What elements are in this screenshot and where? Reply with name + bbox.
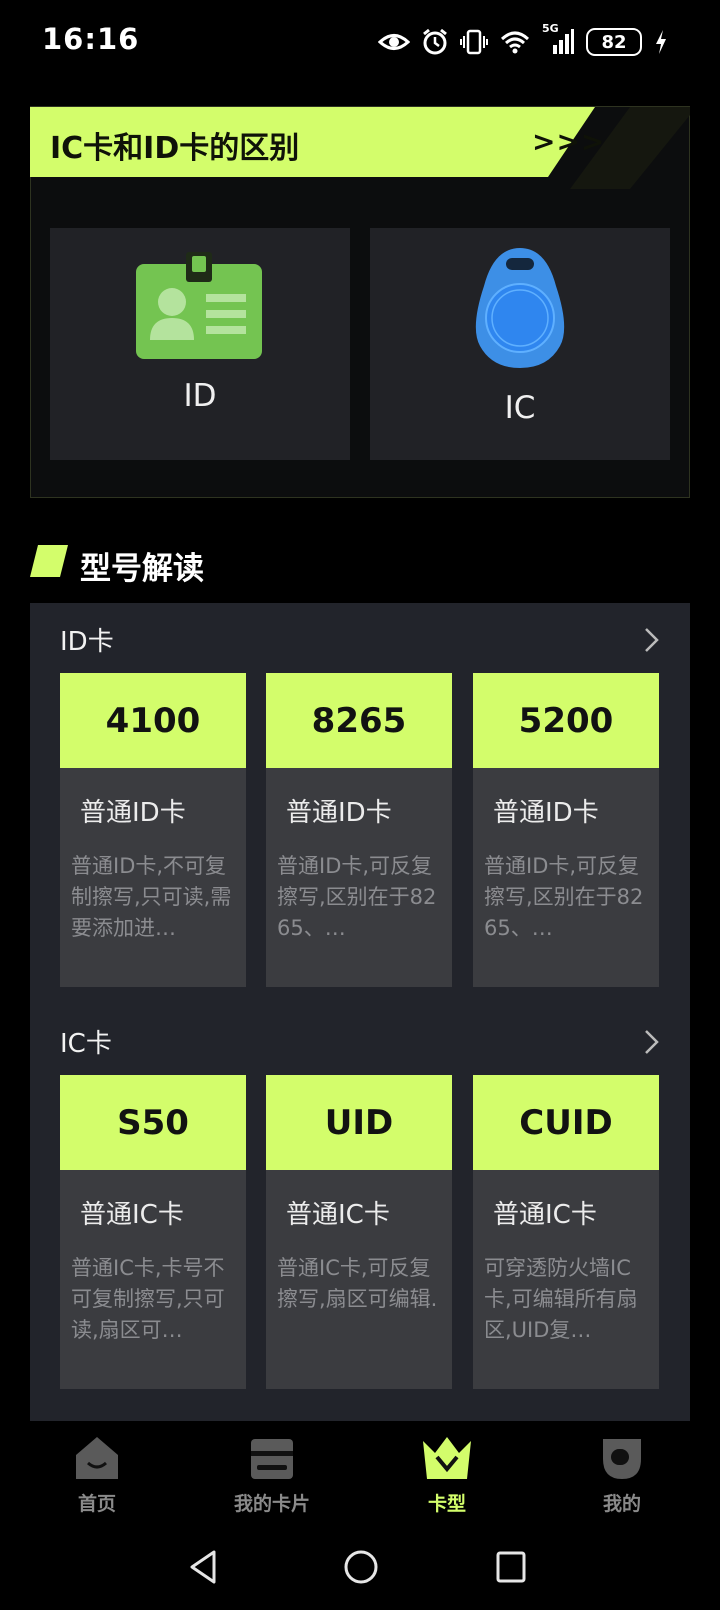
status-icons: 5G 82 — [378, 22, 668, 60]
charging-icon — [656, 30, 666, 54]
status-time: 16:16 — [42, 22, 140, 56]
wallet-icon — [251, 1439, 293, 1479]
back-icon[interactable] — [188, 1549, 218, 1585]
id-badge-icon — [136, 252, 262, 359]
nav-label-my-cards: 我的卡片 — [233, 1493, 310, 1515]
ic-tile-label: IC — [504, 390, 536, 426]
model-card-8265[interactable]: 8265 普通ID卡 普通ID卡,可反复擦写,区别在于8265、… — [266, 673, 452, 987]
model-card-uid[interactable]: UID 普通IC卡 普通IC卡,可反复擦写,扇区可编辑. — [266, 1075, 452, 1389]
bottom-nav: 首页 我的卡片 卡型 我的 — [0, 1421, 720, 1521]
group-title-id: ID卡 — [60, 627, 114, 657]
system-nav-bar — [0, 1521, 720, 1610]
difference-banner[interactable]: IC卡和ID卡的区别 >>> — [30, 107, 690, 189]
card-description: 可穿透防火墙IC卡,可编辑所有扇区,UID复… — [484, 1256, 638, 1342]
banner-title: IC卡和ID卡的区别 — [50, 131, 300, 166]
nav-my-cards[interactable]: 我的卡片 — [202, 1421, 342, 1521]
nav-label-profile: 我的 — [602, 1493, 641, 1515]
crown-icon — [423, 1437, 471, 1479]
signal-icon: 5G — [542, 22, 574, 56]
group-header-id[interactable]: ID卡 — [60, 621, 660, 661]
nav-profile[interactable]: 我的 — [552, 1421, 692, 1521]
id-tile-label: ID — [183, 378, 217, 414]
nav-card-types[interactable]: 卡型 — [377, 1421, 517, 1521]
card-model: 8265 — [266, 673, 452, 768]
status-bar: 16:16 5G 82 — [0, 0, 720, 84]
card-description: 普通IC卡,卡号不可复制擦写,只可读,扇区可… — [71, 1256, 225, 1342]
card-name: 普通IC卡 — [80, 1200, 184, 1230]
profile-icon — [603, 1439, 641, 1479]
card-model: CUID — [473, 1075, 659, 1170]
group-header-ic[interactable]: IC卡 — [60, 1023, 660, 1063]
card-description: 普通ID卡,不可复制擦写,只可读,需要添加进… — [71, 854, 232, 940]
model-card-s50[interactable]: S50 普通IC卡 普通IC卡,卡号不可复制擦写,只可读,扇区可… — [60, 1075, 246, 1389]
model-card-cuid[interactable]: CUID 普通IC卡 可穿透防火墙IC卡,可编辑所有扇区,UID复… — [473, 1075, 659, 1389]
card-model: S50 — [60, 1075, 246, 1170]
card-description: 普通ID卡,可反复擦写,区别在于8265、… — [277, 854, 437, 940]
wifi-icon — [500, 31, 530, 54]
key-fob-icon — [475, 248, 565, 368]
banner-arrows: >>> — [532, 125, 606, 158]
card-model: 4100 — [60, 673, 246, 768]
card-name: 普通ID卡 — [286, 798, 392, 828]
id-card-tile[interactable]: ID — [50, 228, 350, 460]
battery-icon: 82 — [586, 28, 642, 56]
home-circle-icon[interactable] — [343, 1549, 379, 1585]
section-marker-icon — [30, 545, 68, 577]
card-name: 普通IC卡 — [493, 1200, 597, 1230]
model-card-5200[interactable]: 5200 普通ID卡 普通ID卡,可反复擦写,区别在于8265、… — [473, 673, 659, 987]
model-card-4100[interactable]: 4100 普通ID卡 普通ID卡,不可复制擦写,只可读,需要添加进… — [60, 673, 246, 987]
recents-icon[interactable] — [495, 1549, 527, 1585]
eye-icon — [378, 34, 410, 50]
card-description: 普通IC卡,可反复擦写,扇区可编辑. — [277, 1256, 438, 1311]
card-name: 普通IC卡 — [286, 1200, 390, 1230]
section-title: 型号解读 — [80, 551, 204, 587]
card-model: 5200 — [473, 673, 659, 768]
ic-card-tile[interactable]: IC — [370, 228, 670, 460]
card-model: UID — [266, 1075, 452, 1170]
chevron-right-icon[interactable] — [644, 627, 660, 653]
battery-level: 82 — [601, 31, 627, 53]
card-name: 普通ID卡 — [493, 798, 599, 828]
card-name: 普通ID卡 — [80, 798, 186, 828]
nav-label-card-types: 卡型 — [427, 1493, 466, 1515]
vibrate-icon — [460, 29, 488, 55]
group-title-ic: IC卡 — [60, 1029, 112, 1059]
models-panel: ID卡 4100 普通ID卡 普通ID卡,不可复制擦写,只可读,需要添加进… 8… — [30, 603, 690, 1421]
card-description: 普通ID卡,可反复擦写,区别在于8265、… — [484, 854, 644, 940]
alarm-icon — [423, 28, 447, 55]
nav-home[interactable]: 首页 — [27, 1421, 167, 1521]
chevron-right-icon[interactable] — [644, 1029, 660, 1055]
nav-label-home: 首页 — [77, 1493, 116, 1515]
home-icon — [76, 1437, 118, 1479]
